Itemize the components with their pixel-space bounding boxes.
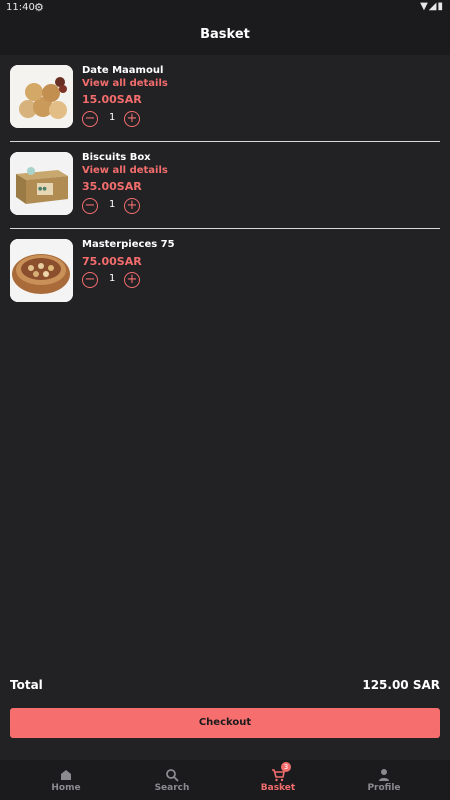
- settings-icon: ⚙: [34, 1, 44, 14]
- masterpieces-image: [10, 239, 73, 302]
- nav-search[interactable]: Search: [116, 760, 228, 800]
- app-header: Basket: [0, 16, 450, 55]
- status-icons: ▼◢▮: [420, 1, 444, 12]
- item-name: Biscuits Box: [82, 152, 151, 163]
- total-row: Total 125.00 SAR: [10, 678, 440, 696]
- nav-label: Home: [51, 783, 81, 793]
- total-label: Total: [10, 678, 43, 692]
- item-price: 15.00SAR: [82, 93, 142, 106]
- basket-item-date-maamoul: Date Maamoul View all details 15.00SAR −…: [0, 58, 450, 145]
- maamoul-image: [10, 65, 73, 128]
- status-time: 11:40: [6, 2, 35, 13]
- nav-profile[interactable]: Profile: [328, 760, 440, 800]
- status-bar: 11:40 ⚙ ▼◢▮: [0, 0, 450, 16]
- increase-button[interactable]: +: [124, 272, 140, 288]
- item-name: Masterpieces 75: [82, 239, 175, 250]
- biscuits-box-image: ●●: [10, 152, 73, 215]
- basket-count-badge: 3: [281, 762, 291, 772]
- search-icon: [166, 769, 179, 782]
- quantity-value: 1: [109, 112, 116, 123]
- person-icon: [379, 769, 389, 781]
- view-details-link[interactable]: View all details: [82, 78, 168, 89]
- decrease-button[interactable]: −: [82, 272, 98, 288]
- nav-label: Basket: [260, 783, 296, 793]
- item-divider: [10, 141, 440, 142]
- basket-items: Date Maamoul View all details 15.00SAR −…: [0, 58, 450, 319]
- bottom-navigation: Home Search 3 Basket Profile: [0, 760, 450, 800]
- home-icon: [61, 770, 71, 780]
- nav-label: Search: [154, 783, 190, 793]
- checkout-button[interactable]: Checkout: [10, 708, 440, 738]
- basket-item-biscuits-box: ●● Biscuits Box View all details 35.00SA…: [0, 145, 450, 232]
- item-price: 75.00SAR: [82, 255, 142, 268]
- quantity-value: 1: [109, 199, 116, 210]
- increase-button[interactable]: +: [124, 198, 140, 214]
- total-amount: 125.00 SAR: [362, 678, 440, 692]
- nav-label: Profile: [367, 783, 401, 793]
- page-title: Basket: [200, 27, 250, 42]
- quantity-value: 1: [109, 273, 116, 284]
- item-price: 35.00SAR: [82, 180, 142, 193]
- svg-text:●●: ●●: [38, 186, 47, 192]
- increase-button[interactable]: +: [124, 111, 140, 127]
- nav-basket[interactable]: 3 Basket: [222, 760, 334, 800]
- basket-item-masterpieces-75: Masterpieces 75 75.00SAR − 1 +: [0, 232, 450, 319]
- item-divider: [10, 228, 440, 229]
- decrease-button[interactable]: −: [82, 198, 98, 214]
- view-details-link[interactable]: View all details: [82, 165, 168, 176]
- nav-home[interactable]: Home: [10, 760, 122, 800]
- item-name: Date Maamoul: [82, 65, 164, 76]
- decrease-button[interactable]: −: [82, 111, 98, 127]
